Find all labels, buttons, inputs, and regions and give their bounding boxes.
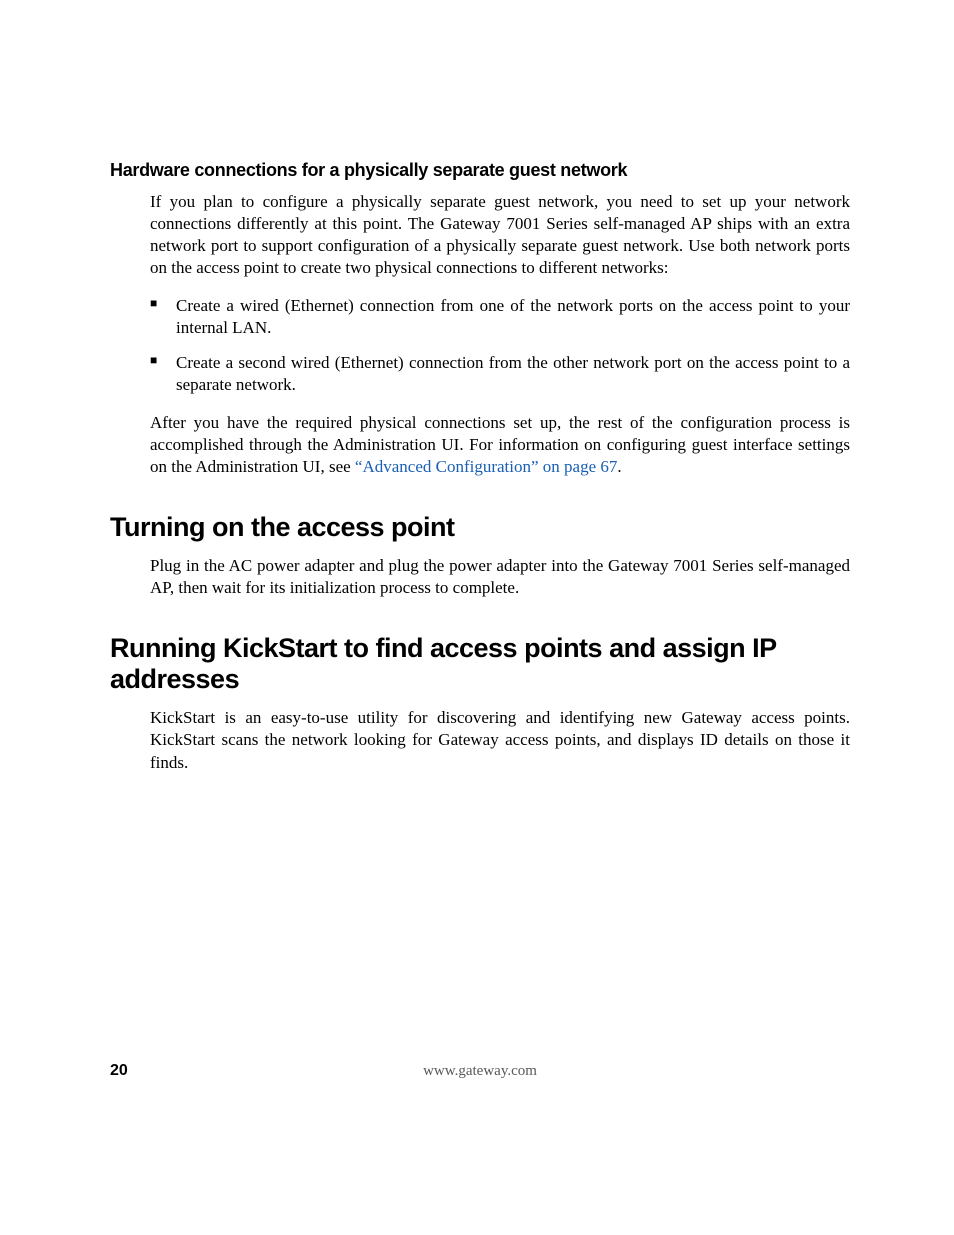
turning-on-heading: Turning on the access point (110, 512, 850, 543)
hardware-connections-after: After you have the required physical con… (150, 412, 850, 478)
hardware-connections-bullets: Create a wired (Ethernet) connection fro… (150, 295, 850, 395)
after-text-suffix: . (617, 457, 621, 476)
kickstart-body: KickStart is an easy-to-use utility for … (150, 707, 850, 773)
bullet-item: Create a wired (Ethernet) connection fro… (150, 295, 850, 339)
hardware-connections-section: Hardware connections for a physically se… (110, 160, 850, 478)
turning-on-section: Turning on the access point Plug in the … (110, 512, 850, 599)
kickstart-section: Running KickStart to find access points … (110, 633, 850, 773)
page-number: 20 (110, 1062, 128, 1080)
kickstart-heading: Running KickStart to find access points … (110, 633, 850, 695)
page-content: Hardware connections for a physically se… (110, 160, 850, 790)
bullet-item: Create a second wired (Ethernet) connect… (150, 352, 850, 396)
footer-url: www.gateway.com (423, 1063, 537, 1080)
hardware-connections-intro: If you plan to configure a physically se… (150, 191, 850, 279)
page-footer: 20 www.gateway.com (110, 1062, 850, 1080)
cross-reference-link[interactable]: “Advanced Configuration” on page 67 (355, 457, 617, 476)
hardware-connections-subheading: Hardware connections for a physically se… (110, 160, 850, 181)
turning-on-body: Plug in the AC power adapter and plug th… (150, 555, 850, 599)
